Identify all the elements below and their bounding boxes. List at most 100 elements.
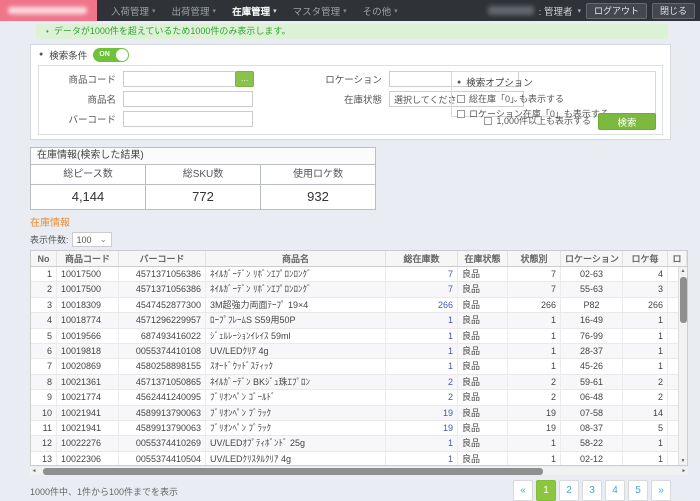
table-cell: 8 <box>31 375 57 389</box>
table-row: 1100175004571371056386ﾈｲﾙｶﾞｰﾃﾞﾝ ﾘﾎﾞﾝｴﾌﾟﾛ… <box>31 267 687 282</box>
option-show-zero-total[interactable]: 総在庫「0」も表示する <box>457 92 650 105</box>
summary-grid: 総ピース数4,144総SKU数772使用ロケ数932 <box>31 165 375 209</box>
page-size-select[interactable]: 100 ⌄ <box>72 232 112 247</box>
table-cell: 1 <box>508 436 561 450</box>
stock-total-link[interactable]: 1 <box>386 313 458 327</box>
column-header[interactable]: ロケ毎 <box>623 251 668 266</box>
product-code-lookup-button[interactable]: … <box>235 71 254 87</box>
table-cell: 266 <box>508 298 561 312</box>
logout-button[interactable]: ログアウト <box>586 3 647 19</box>
stock-total-link[interactable]: 1 <box>386 329 458 343</box>
summary-col-used-locations: 使用ロケ数932 <box>261 165 375 209</box>
nav-item-master[interactable]: マスタ管理▾ <box>293 4 347 18</box>
checkbox-icon[interactable] <box>457 95 465 103</box>
table-cell: 0055374410108 <box>119 344 206 358</box>
table-cell: 10021774 <box>57 390 119 404</box>
chevron-down-icon[interactable]: ▾ <box>577 7 581 15</box>
scroll-down-icon[interactable]: ▼ <box>679 457 687 465</box>
search-toggle[interactable]: ON <box>93 48 129 62</box>
pagination-page-4[interactable]: 4 <box>605 480 625 501</box>
table-cell: 良品 <box>458 436 508 450</box>
close-button[interactable]: 閉じる <box>652 3 695 19</box>
nav-item-inbound[interactable]: 入荷管理▾ <box>111 4 156 18</box>
table-header-row: No商品コードバーコード商品名総在庫数在庫状態状態別ロケーションロケ毎ロ <box>31 251 687 267</box>
table-cell: 1 <box>508 344 561 358</box>
chevron-down-icon: ▾ <box>152 7 156 15</box>
chevron-down-icon: ▾ <box>394 7 398 15</box>
pagination-next[interactable]: » <box>651 480 671 501</box>
stock-total-link[interactable]: 266 <box>386 298 458 312</box>
search-button[interactable]: 検索 <box>598 113 656 130</box>
table-cell: 19 <box>508 421 561 435</box>
table-cell: 4562441240095 <box>119 390 206 404</box>
summary-col-header: 総ピース数 <box>31 165 145 185</box>
table-cell: 1 <box>623 329 668 343</box>
app-logo[interactable] <box>0 0 97 21</box>
footer: 1000件中、1件から100件までを表示 «12345» <box>30 480 671 501</box>
column-header[interactable]: 商品名 <box>206 251 386 266</box>
scroll-up-icon[interactable]: ▲ <box>679 267 687 275</box>
column-header[interactable]: バーコード <box>119 251 206 266</box>
table-row: 31001830945474528773003M超強力両面ﾃｰﾌﾟ 19×426… <box>31 298 687 313</box>
column-header[interactable]: ロケーション <box>561 251 623 266</box>
stock-total-link[interactable]: 2 <box>386 390 458 404</box>
column-header[interactable]: ロ <box>668 251 687 266</box>
table-row: 9100217744562441240095ﾌﾞﾘｵﾝﾍﾟﾝ ｺﾞｰﾙﾄﾞ2良品… <box>31 390 687 405</box>
table-row: 510019566687493416022ｼﾞｪﾙﾚｰｼｮﾝｲﾚｲｽ 59ml1… <box>31 329 687 344</box>
stock-total-link[interactable]: 1 <box>386 452 458 466</box>
pagination-page-1[interactable]: 1 <box>536 480 556 501</box>
scroll-left-icon[interactable]: ◄ <box>30 467 38 475</box>
logo-blurred-text <box>8 7 87 14</box>
product-code-input[interactable] <box>123 71 235 87</box>
product-name-label: 商品名 <box>45 92 123 106</box>
stock-total-link[interactable]: 19 <box>386 421 458 435</box>
table-cell: 6 <box>31 344 57 358</box>
pagination-page-3[interactable]: 3 <box>582 480 602 501</box>
product-code-label: 商品コード <box>45 72 123 86</box>
table-cell: 5 <box>31 329 57 343</box>
column-header[interactable]: 状態別 <box>508 251 561 266</box>
nav-item-outbound[interactable]: 出荷管理▾ <box>172 4 217 18</box>
horizontal-scrollbar[interactable]: ◄ ► <box>30 467 688 475</box>
product-name-input[interactable] <box>123 91 253 107</box>
nav-item-others[interactable]: その他▾ <box>363 4 398 18</box>
nav-item-label: マスタ管理 <box>293 4 341 18</box>
table-cell: 10021941 <box>57 421 119 435</box>
column-header[interactable]: 商品コード <box>57 251 119 266</box>
column-header[interactable]: 在庫状態 <box>458 251 508 266</box>
nav-item-inventory[interactable]: 在庫管理▾ <box>232 4 277 18</box>
stock-total-link[interactable]: 1 <box>386 359 458 373</box>
vertical-scrollbar-thumb[interactable] <box>680 277 687 323</box>
table-cell: 1 <box>623 344 668 358</box>
barcode-input[interactable] <box>123 111 253 127</box>
chevron-down-icon: ⌄ <box>100 235 107 244</box>
chevron-down-icon: ▾ <box>213 7 217 15</box>
pagination-page-5[interactable]: 5 <box>628 480 648 501</box>
vertical-scrollbar[interactable]: ▲ ▼ <box>678 267 687 465</box>
stock-total-link[interactable]: 1 <box>386 344 458 358</box>
checkbox-icon[interactable] <box>484 117 492 125</box>
checkbox-icon[interactable] <box>457 110 465 118</box>
stock-total-link[interactable]: 19 <box>386 406 458 420</box>
table-cell: 1 <box>623 452 668 466</box>
horizontal-scrollbar-thumb[interactable] <box>43 468 543 475</box>
table-cell: 3 <box>623 282 668 296</box>
scroll-right-icon[interactable]: ► <box>680 467 688 475</box>
nav-user-area: : 管理者 ▾ ログアウト 閉じる <box>488 3 700 19</box>
column-header[interactable]: 総在庫数 <box>386 251 458 266</box>
stock-total-link[interactable]: 2 <box>386 375 458 389</box>
table-cell: 11 <box>31 421 57 435</box>
stock-total-link[interactable]: 7 <box>386 282 458 296</box>
summary-col-value: 932 <box>261 185 375 209</box>
page-size-label: 表示件数: <box>30 233 69 246</box>
navbar: 入荷管理▾出荷管理▾在庫管理▾マスタ管理▾その他▾ : 管理者 ▾ ログアウト … <box>0 0 700 21</box>
search-form-footer: 1,000件以上も表示する 検索 <box>484 113 656 130</box>
stock-total-link[interactable]: 7 <box>386 267 458 281</box>
pagination-page-2[interactable]: 2 <box>559 480 579 501</box>
over-1000-checkbox-row[interactable]: 1,000件以上も表示する <box>484 114 591 127</box>
summary-col-total-pieces: 総ピース数4,144 <box>31 165 146 209</box>
pagination-prev[interactable]: « <box>513 480 533 501</box>
stock-total-link[interactable]: 1 <box>386 436 458 450</box>
table-cell: ｼﾞｪﾙﾚｰｼｮﾝｲﾚｲｽ 59ml <box>206 329 386 343</box>
column-header[interactable]: No <box>31 251 57 266</box>
